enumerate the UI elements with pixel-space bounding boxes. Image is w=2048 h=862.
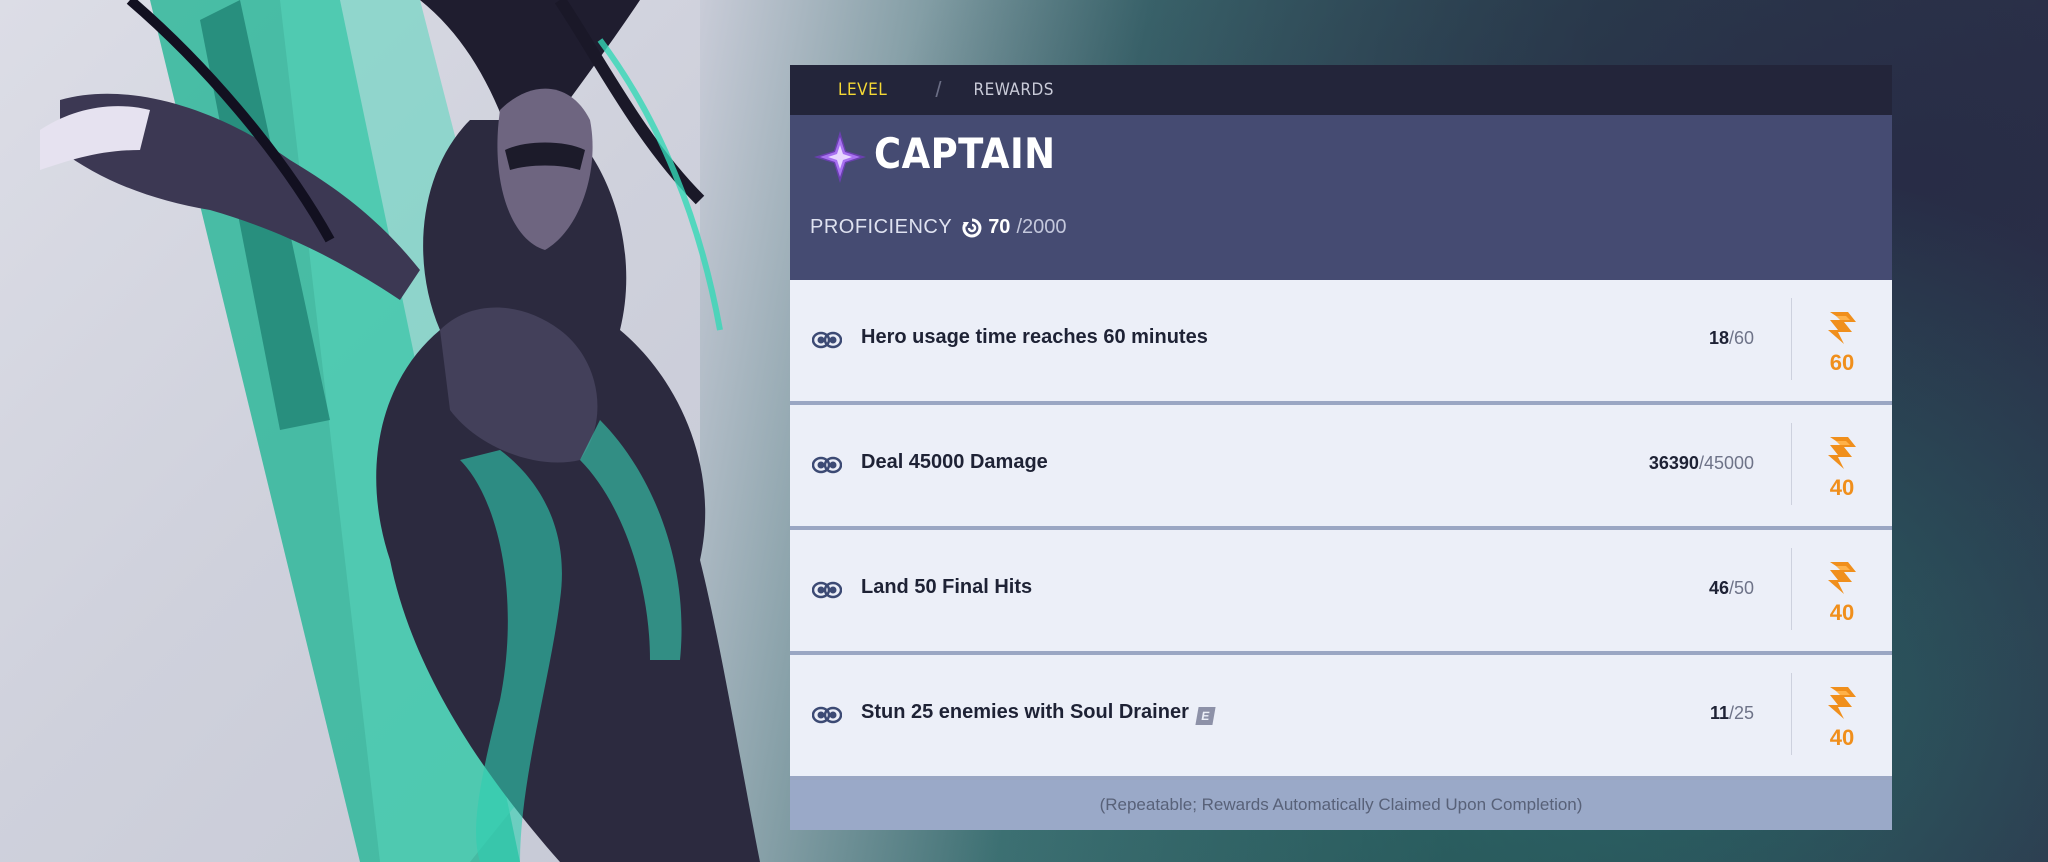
task-progress-max: /50 (1728, 578, 1754, 598)
tab-level[interactable]: LEVEL (838, 80, 887, 100)
task-progress: 46/50 (1709, 578, 1754, 599)
task-list: Hero usage time reaches 60 minutes 18/60… (790, 280, 1892, 780)
task-row: Hero usage time reaches 60 minutes 18/60… (790, 280, 1892, 405)
repeatable-loop-icon (812, 706, 842, 724)
proficiency-row: PROFICIENCY 70 /2000 (810, 216, 1067, 239)
proficiency-reward-icon (1828, 687, 1856, 719)
reward-divider (1791, 298, 1792, 380)
proficiency-label: PROFICIENCY (810, 216, 953, 238)
proficiency-swirl-icon (962, 218, 982, 237)
repeatable-loop-icon (812, 331, 842, 349)
rank-header: CAPTAIN PROFICIENCY 70 /2000 (790, 115, 1892, 312)
footer-note: (Repeatable; Rewards Automatically Claim… (1099, 795, 1583, 814)
reward-divider (1791, 548, 1792, 630)
reward-divider (1791, 673, 1792, 755)
purple-star-rank-icon (814, 131, 866, 183)
task-progress-max: /45000 (1698, 453, 1754, 473)
proficiency-max: /2000 (1016, 216, 1067, 238)
task-row: Land 50 Final Hits 46/50 40 (790, 530, 1892, 655)
task-row: Stun 25 enemies with Soul Drainer E 11/25… (790, 655, 1892, 780)
task-progress: 11/25 (1710, 703, 1754, 724)
ability-key-badge: E (1195, 707, 1216, 725)
proficiency-reward-icon (1828, 312, 1856, 344)
task-progress-current: 46 (1708, 578, 1729, 598)
repeatable-loop-icon (812, 456, 842, 474)
reward-divider (1791, 423, 1792, 505)
task-row: Deal 45000 Damage 36390/45000 40 (790, 405, 1892, 530)
tab-separator: / (935, 77, 942, 102)
task-progress-current: 36390 (1648, 453, 1699, 473)
reward-amount: 40 (1829, 475, 1855, 500)
task-description: Stun 25 enemies with Soul Drainer (861, 701, 1189, 723)
task-description: Deal 45000 Damage (861, 451, 1048, 473)
rank-title: CAPTAIN (874, 129, 1056, 178)
task-progress: 36390/45000 (1649, 453, 1754, 474)
hero-proficiency-panel: LEVEL / REWARDS CAPTAIN PROFICIENCY 70 /… (790, 65, 1892, 830)
tab-rewards[interactable]: REWARDS (973, 80, 1054, 100)
reward-amount: 40 (1829, 725, 1855, 750)
task-description: Hero usage time reaches 60 minutes (861, 326, 1208, 348)
repeatable-loop-icon (812, 581, 842, 599)
hero-portrait-art (40, 0, 760, 862)
task-progress: 18/60 (1709, 328, 1754, 349)
reward-amount: 60 (1829, 350, 1855, 375)
proficiency-reward-icon (1828, 562, 1856, 594)
tab-bar: LEVEL / REWARDS (790, 65, 1892, 115)
footer-note-bar: (Repeatable; Rewards Automatically Claim… (790, 780, 1892, 830)
reward-amount: 40 (1829, 600, 1855, 625)
task-progress-current: 18 (1708, 328, 1729, 348)
proficiency-current: 70 (988, 216, 1011, 238)
task-progress-max: /60 (1728, 328, 1754, 348)
task-description: Land 50 Final Hits (861, 576, 1033, 598)
task-progress-current: 11 (1709, 703, 1729, 723)
proficiency-reward-icon (1828, 437, 1856, 469)
task-progress-max: /25 (1728, 703, 1754, 723)
